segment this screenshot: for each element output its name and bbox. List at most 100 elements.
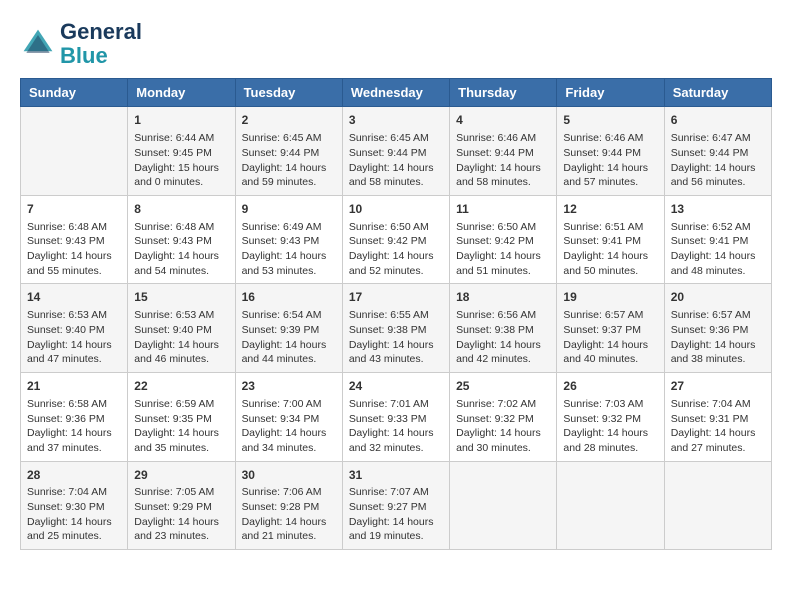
day-number: 16 <box>242 289 336 306</box>
day-content: Sunrise: 7:04 AMSunset: 9:31 PMDaylight:… <box>671 397 765 456</box>
calendar-cell <box>450 461 557 550</box>
calendar-cell: 23 Sunrise: 7:00 AMSunset: 9:34 PMDayligh… <box>235 373 342 462</box>
day-number: 5 <box>563 112 657 129</box>
calendar-cell: 16 Sunrise: 6:54 AMSunset: 9:39 PMDayligh… <box>235 284 342 373</box>
day-content: Sunrise: 7:01 AMSunset: 9:33 PMDaylight:… <box>349 397 443 456</box>
calendar-cell: 21 Sunrise: 6:58 AMSunset: 9:36 PMDayligh… <box>21 373 128 462</box>
weekday-row: SundayMondayTuesdayWednesdayThursdayFrid… <box>21 79 772 107</box>
day-number: 1 <box>134 112 228 129</box>
day-content: Sunrise: 7:05 AMSunset: 9:29 PMDaylight:… <box>134 485 228 544</box>
day-number: 4 <box>456 112 550 129</box>
calendar-week-row: 1 Sunrise: 6:44 AMSunset: 9:45 PMDaylight… <box>21 107 772 196</box>
day-content: Sunrise: 6:57 AMSunset: 9:37 PMDaylight:… <box>563 308 657 367</box>
day-content: Sunrise: 6:53 AMSunset: 9:40 PMDaylight:… <box>27 308 121 367</box>
calendar-cell: 26 Sunrise: 7:03 AMSunset: 9:32 PMDayligh… <box>557 373 664 462</box>
day-number: 24 <box>349 378 443 395</box>
day-number: 29 <box>134 467 228 484</box>
day-content: Sunrise: 6:45 AMSunset: 9:44 PMDaylight:… <box>242 131 336 190</box>
calendar-week-row: 7 Sunrise: 6:48 AMSunset: 9:43 PMDaylight… <box>21 195 772 284</box>
calendar-cell: 4 Sunrise: 6:46 AMSunset: 9:44 PMDaylight… <box>450 107 557 196</box>
day-content: Sunrise: 6:48 AMSunset: 9:43 PMDaylight:… <box>27 220 121 279</box>
day-number: 26 <box>563 378 657 395</box>
calendar-cell: 1 Sunrise: 6:44 AMSunset: 9:45 PMDaylight… <box>128 107 235 196</box>
day-content: Sunrise: 7:03 AMSunset: 9:32 PMDaylight:… <box>563 397 657 456</box>
day-number: 14 <box>27 289 121 306</box>
weekday-header: Saturday <box>664 79 771 107</box>
day-content: Sunrise: 7:00 AMSunset: 9:34 PMDaylight:… <box>242 397 336 456</box>
day-content: Sunrise: 6:54 AMSunset: 9:39 PMDaylight:… <box>242 308 336 367</box>
calendar-body: 1 Sunrise: 6:44 AMSunset: 9:45 PMDaylight… <box>21 107 772 550</box>
day-content: Sunrise: 6:53 AMSunset: 9:40 PMDaylight:… <box>134 308 228 367</box>
weekday-header: Wednesday <box>342 79 449 107</box>
calendar-cell: 17 Sunrise: 6:55 AMSunset: 9:38 PMDayligh… <box>342 284 449 373</box>
day-number: 11 <box>456 201 550 218</box>
day-number: 13 <box>671 201 765 218</box>
calendar-cell <box>21 107 128 196</box>
calendar-cell: 28Sunrise: 7:04 AMSunset: 9:30 PMDayligh… <box>21 461 128 550</box>
day-content: Sunrise: 6:46 AMSunset: 9:44 PMDaylight:… <box>563 131 657 190</box>
day-number: 8 <box>134 201 228 218</box>
calendar-cell <box>664 461 771 550</box>
day-number: 30 <box>242 467 336 484</box>
calendar-cell: 2 Sunrise: 6:45 AMSunset: 9:44 PMDaylight… <box>235 107 342 196</box>
day-number: 31 <box>349 467 443 484</box>
day-content: Sunrise: 6:44 AMSunset: 9:45 PMDaylight:… <box>134 131 228 190</box>
calendar-week-row: 14 Sunrise: 6:53 AMSunset: 9:40 PMDayligh… <box>21 284 772 373</box>
day-content: Sunrise: 6:45 AMSunset: 9:44 PMDaylight:… <box>349 131 443 190</box>
weekday-header: Monday <box>128 79 235 107</box>
day-number: 7 <box>27 201 121 218</box>
day-number: 28 <box>27 467 121 484</box>
day-content: Sunrise: 6:50 AMSunset: 9:42 PMDaylight:… <box>349 220 443 279</box>
calendar-cell: 29Sunrise: 7:05 AMSunset: 9:29 PMDayligh… <box>128 461 235 550</box>
weekday-header: Sunday <box>21 79 128 107</box>
day-content: Sunrise: 6:57 AMSunset: 9:36 PMDaylight:… <box>671 308 765 367</box>
day-content: Sunrise: 6:48 AMSunset: 9:43 PMDaylight:… <box>134 220 228 279</box>
page-header: General Blue <box>20 20 772 68</box>
day-number: 19 <box>563 289 657 306</box>
calendar-cell: 19 Sunrise: 6:57 AMSunset: 9:37 PMDayligh… <box>557 284 664 373</box>
day-number: 21 <box>27 378 121 395</box>
day-content: Sunrise: 7:07 AMSunset: 9:27 PMDaylight:… <box>349 485 443 544</box>
day-number: 9 <box>242 201 336 218</box>
day-content: Sunrise: 6:58 AMSunset: 9:36 PMDaylight:… <box>27 397 121 456</box>
calendar-cell: 6Sunrise: 6:47 AMSunset: 9:44 PMDaylight… <box>664 107 771 196</box>
weekday-header: Friday <box>557 79 664 107</box>
logo: General Blue <box>20 20 142 68</box>
calendar-header: SundayMondayTuesdayWednesdayThursdayFrid… <box>21 79 772 107</box>
calendar-cell: 27Sunrise: 7:04 AMSunset: 9:31 PMDayligh… <box>664 373 771 462</box>
calendar-cell: 22Sunrise: 6:59 AMSunset: 9:35 PMDayligh… <box>128 373 235 462</box>
calendar-cell: 10Sunrise: 6:50 AMSunset: 9:42 PMDayligh… <box>342 195 449 284</box>
day-number: 18 <box>456 289 550 306</box>
calendar-table: SundayMondayTuesdayWednesdayThursdayFrid… <box>20 78 772 550</box>
calendar-cell: 25Sunrise: 7:02 AMSunset: 9:32 PMDayligh… <box>450 373 557 462</box>
calendar-cell: 20Sunrise: 6:57 AMSunset: 9:36 PMDayligh… <box>664 284 771 373</box>
calendar-cell: 30Sunrise: 7:06 AMSunset: 9:28 PMDayligh… <box>235 461 342 550</box>
day-content: Sunrise: 7:02 AMSunset: 9:32 PMDaylight:… <box>456 397 550 456</box>
day-content: Sunrise: 6:56 AMSunset: 9:38 PMDaylight:… <box>456 308 550 367</box>
calendar-week-row: 28Sunrise: 7:04 AMSunset: 9:30 PMDayligh… <box>21 461 772 550</box>
day-content: Sunrise: 6:52 AMSunset: 9:41 PMDaylight:… <box>671 220 765 279</box>
day-number: 23 <box>242 378 336 395</box>
day-content: Sunrise: 6:59 AMSunset: 9:35 PMDaylight:… <box>134 397 228 456</box>
calendar-cell: 24 Sunrise: 7:01 AMSunset: 9:33 PMDayligh… <box>342 373 449 462</box>
calendar-cell: 9Sunrise: 6:49 AMSunset: 9:43 PMDaylight… <box>235 195 342 284</box>
day-content: Sunrise: 6:50 AMSunset: 9:42 PMDaylight:… <box>456 220 550 279</box>
day-content: Sunrise: 6:55 AMSunset: 9:38 PMDaylight:… <box>349 308 443 367</box>
day-content: Sunrise: 7:04 AMSunset: 9:30 PMDaylight:… <box>27 485 121 544</box>
calendar-cell: 31Sunrise: 7:07 AMSunset: 9:27 PMDayligh… <box>342 461 449 550</box>
calendar-cell: 7 Sunrise: 6:48 AMSunset: 9:43 PMDaylight… <box>21 195 128 284</box>
day-number: 15 <box>134 289 228 306</box>
day-number: 12 <box>563 201 657 218</box>
day-number: 2 <box>242 112 336 129</box>
day-number: 6 <box>671 112 765 129</box>
calendar-cell: 14 Sunrise: 6:53 AMSunset: 9:40 PMDayligh… <box>21 284 128 373</box>
calendar-cell: 3Sunrise: 6:45 AMSunset: 9:44 PMDaylight… <box>342 107 449 196</box>
calendar-cell: 8 Sunrise: 6:48 AMSunset: 9:43 PMDaylight… <box>128 195 235 284</box>
day-number: 17 <box>349 289 443 306</box>
day-content: Sunrise: 6:46 AMSunset: 9:44 PMDaylight:… <box>456 131 550 190</box>
weekday-header: Thursday <box>450 79 557 107</box>
calendar-cell <box>557 461 664 550</box>
logo-text: General Blue <box>60 20 142 68</box>
calendar-cell: 18 Sunrise: 6:56 AMSunset: 9:38 PMDayligh… <box>450 284 557 373</box>
calendar-cell: 5 Sunrise: 6:46 AMSunset: 9:44 PMDaylight… <box>557 107 664 196</box>
